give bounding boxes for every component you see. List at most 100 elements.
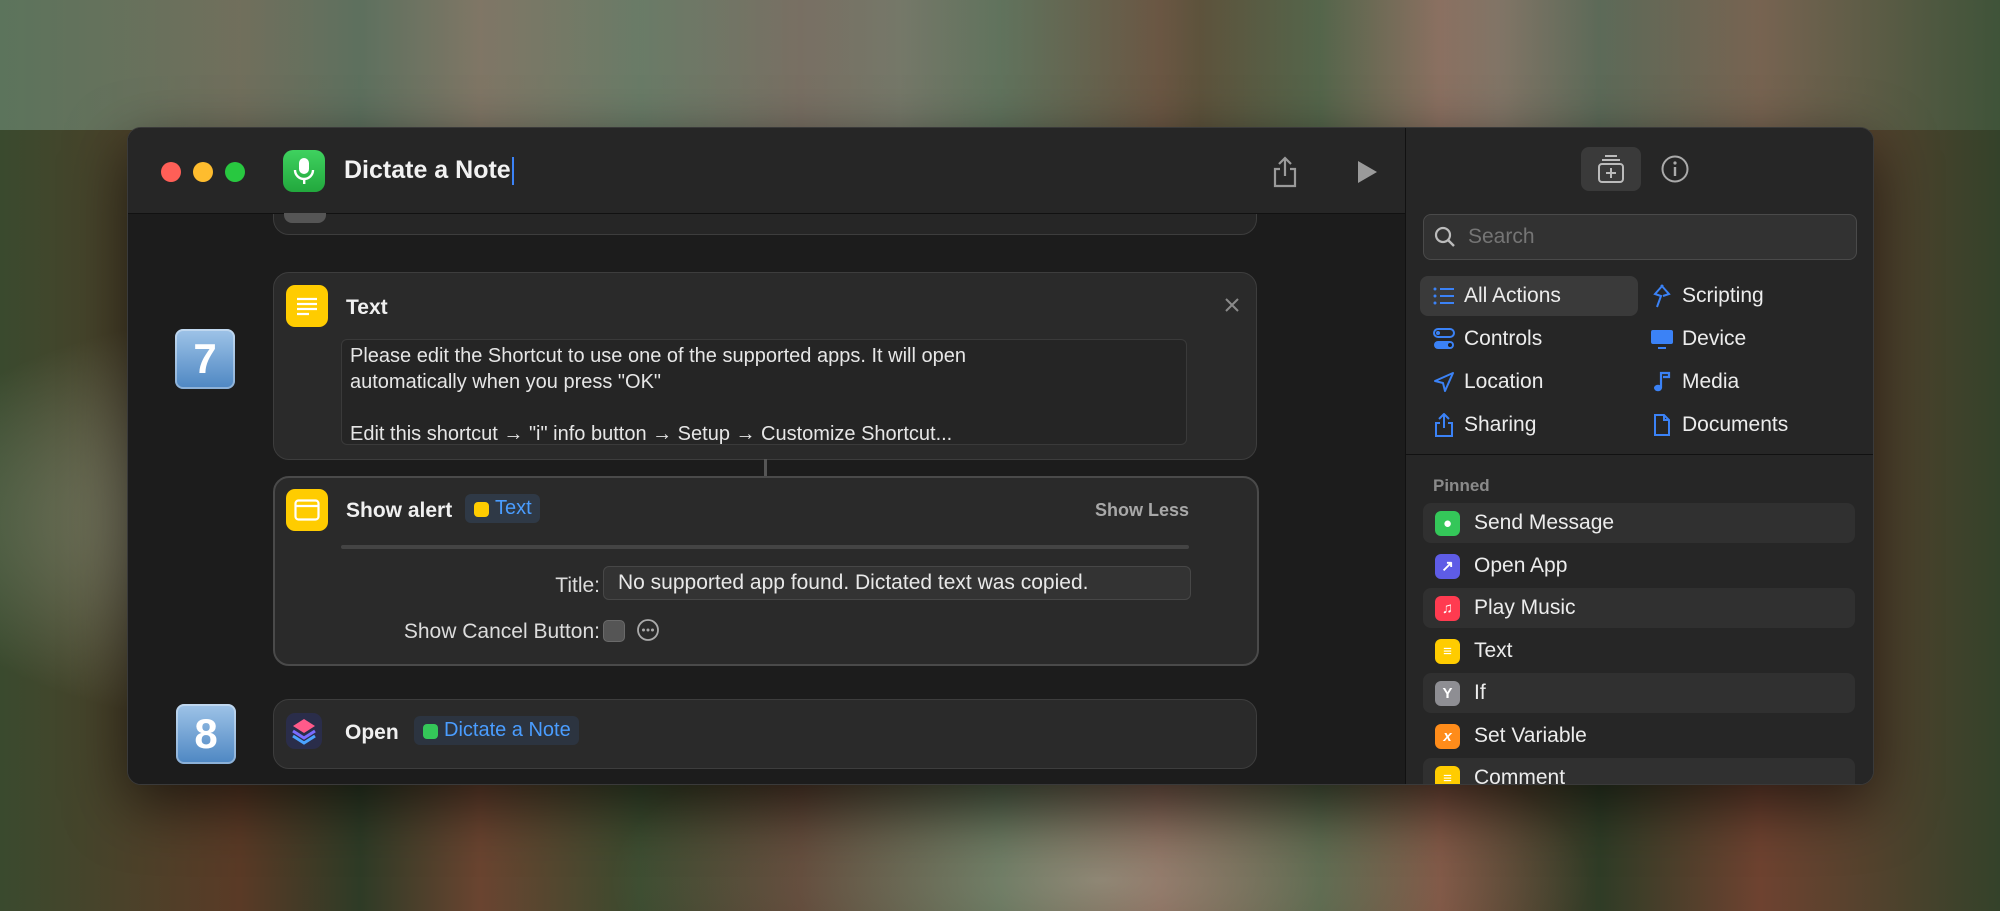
shortcut-icon[interactable]: [283, 150, 325, 192]
pinned-label: Set Variable: [1474, 724, 1587, 747]
section-divider: [341, 545, 1189, 549]
info-icon: [1661, 155, 1689, 183]
text-lines-icon: ≡: [1435, 638, 1460, 664]
category-all-actions[interactable]: All Actions: [1420, 276, 1638, 316]
category-label: Sharing: [1464, 413, 1537, 436]
open-action-title: Open: [345, 721, 399, 744]
show-alert-action-card[interactable]: Show alert Text Show Less Title: No supp…: [273, 476, 1259, 666]
category-label: Documents: [1682, 413, 1789, 436]
pinned-if[interactable]: Y If: [1423, 673, 1855, 713]
category-label: Controls: [1464, 327, 1543, 350]
category-label: All Actions: [1464, 284, 1561, 307]
pinned-send-message[interactable]: ● Send Message: [1423, 503, 1855, 543]
play-icon: [1358, 161, 1377, 183]
category-scripting[interactable]: Scripting: [1638, 276, 1856, 316]
step-number-badge: 7: [175, 329, 235, 389]
category-media[interactable]: Media: [1638, 362, 1856, 402]
category-label: Location: [1464, 370, 1544, 393]
shortcuts-window: Dictate a Note 7 Text Please edit the Sh…: [127, 127, 1874, 785]
remove-action-button[interactable]: [1220, 293, 1244, 317]
pinned-label: Send Message: [1474, 511, 1615, 534]
shortcut-title: Dictate a Note: [344, 156, 511, 184]
pinned-header: Pinned: [1433, 476, 1490, 495]
open-action-card[interactable]: Open Dictate a Note: [273, 699, 1257, 769]
show-alert-action-icon: [286, 489, 328, 531]
run-button[interactable]: [1347, 152, 1387, 192]
location-arrow-icon: [1434, 372, 1454, 392]
branch-icon: Y: [1435, 680, 1460, 706]
action-search-field[interactable]: [1423, 214, 1857, 260]
scripting-icon: [1653, 284, 1671, 308]
pinned-label: If: [1474, 681, 1486, 704]
step-number-badge: 8: [176, 704, 236, 764]
comment-lines-icon: ≡: [1435, 765, 1460, 784]
text-line: Edit this shortcut → "i" info button → S…: [350, 423, 953, 445]
step-number: 7: [193, 335, 217, 382]
show-less-button[interactable]: Show Less: [1095, 500, 1189, 521]
pinned-label: Open App: [1474, 554, 1568, 577]
zoom-window-button[interactable]: [225, 162, 245, 182]
search-input[interactable]: [1466, 221, 1850, 253]
pinned-comment[interactable]: ≡ Comment: [1423, 758, 1855, 785]
info-tab-button[interactable]: [1660, 154, 1690, 184]
category-location[interactable]: Location: [1420, 362, 1638, 402]
close-icon: [1225, 298, 1239, 312]
minimize-window-button[interactable]: [193, 162, 213, 182]
category-documents[interactable]: Documents: [1638, 405, 1856, 445]
title-label: Title:: [555, 574, 600, 597]
category-label: Scripting: [1682, 284, 1764, 307]
text-action-card[interactable]: Text Please edit the Shortcut to use one…: [273, 272, 1257, 460]
category-label: Device: [1682, 327, 1747, 350]
share-icon: [1435, 413, 1453, 437]
title-bar: Dictate a Note: [128, 128, 1405, 214]
search-icon: [1434, 226, 1455, 247]
pinned-label: Play Music: [1474, 596, 1576, 619]
document-icon: [1654, 414, 1670, 436]
pinned-text[interactable]: ≡ Text: [1423, 631, 1855, 671]
more-options-button[interactable]: [636, 618, 660, 642]
pinned-label: Comment: [1474, 766, 1566, 785]
pinned-label: Text: [1474, 639, 1513, 662]
alert-title-value: No supported app found. Dictated text wa…: [618, 571, 1089, 594]
toggles-icon: [1433, 328, 1455, 349]
shortcut-editor: Dictate a Note 7 Text Please edit the Sh…: [128, 128, 1405, 784]
share-button[interactable]: [1265, 152, 1305, 192]
display-icon: [1651, 330, 1673, 349]
library-tab-button[interactable]: [1581, 147, 1641, 191]
music-note-icon: ♫: [1435, 595, 1460, 621]
show-cancel-checkbox[interactable]: [603, 620, 625, 642]
microphone-icon: [293, 158, 315, 184]
pinned-set-variable[interactable]: x Set Variable: [1423, 716, 1855, 756]
close-window-button[interactable]: [161, 162, 181, 182]
share-icon: [1273, 156, 1297, 188]
alert-title-field[interactable]: No supported app found. Dictated text wa…: [603, 566, 1191, 600]
category-device[interactable]: Device: [1638, 319, 1856, 359]
shortcut-title-field[interactable]: Dictate a Note: [344, 156, 514, 186]
text-cursor: [511, 157, 514, 186]
microphone-mini-icon: [423, 724, 438, 739]
token-label: Text: [495, 497, 532, 519]
token-label: Dictate a Note: [444, 719, 571, 741]
step-number: 8: [194, 710, 218, 757]
pinned-open-app[interactable]: ↗ Open App: [1423, 546, 1855, 586]
message-icon: ●: [1435, 510, 1460, 536]
category-label: Media: [1682, 370, 1740, 393]
action-connector: [764, 459, 767, 477]
music-note-icon: [1654, 371, 1671, 392]
show-cancel-label: Show Cancel Button:: [403, 620, 600, 643]
category-sharing[interactable]: Sharing: [1420, 405, 1638, 445]
action-library-sidebar: All Actions Scripting Controls Device Lo…: [1405, 128, 1873, 785]
text-variable-token[interactable]: Text: [465, 494, 540, 523]
text-action-title: Text: [346, 296, 388, 319]
action-library-icon: [1598, 155, 1624, 183]
category-controls[interactable]: Controls: [1420, 319, 1638, 359]
text-content-field[interactable]: Please edit the Shortcut to use one of t…: [341, 339, 1187, 445]
variable-x-icon: x: [1435, 723, 1460, 749]
show-alert-title: Show alert: [346, 499, 453, 522]
open-action-icon: [286, 713, 322, 749]
shortcut-token[interactable]: Dictate a Note: [414, 716, 579, 745]
pinned-play-music[interactable]: ♫ Play Music: [1423, 588, 1855, 628]
text-action-mini-icon: [474, 502, 489, 517]
text-lines-icon: [297, 297, 317, 316]
sidebar-divider: [1406, 454, 1873, 455]
